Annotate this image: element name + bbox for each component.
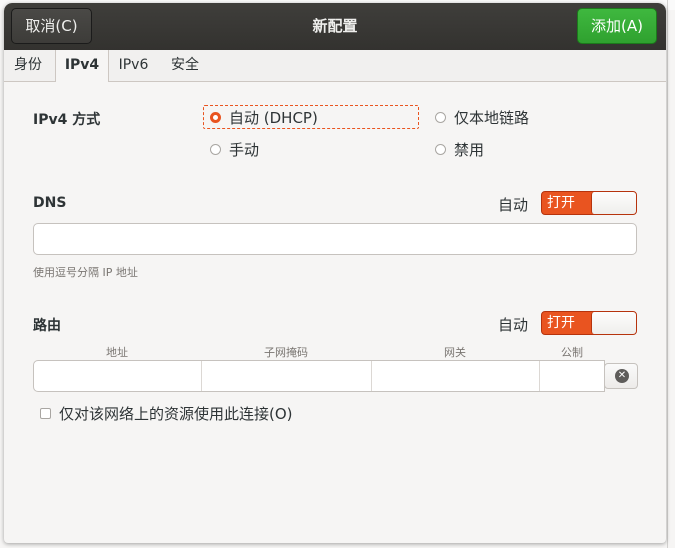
route-gateway-input[interactable] [372,361,539,391]
add-button[interactable]: 添加(A) [577,8,657,44]
checkbox-unchecked-icon [40,408,51,419]
route-netmask-input[interactable] [202,361,371,391]
dns-hint: 使用逗号分隔 IP 地址 [33,266,138,279]
only-local-label: 仅对该网络上的资源使用此连接(O) [59,405,293,423]
switch-knob [591,312,636,334]
switch-knob [591,192,636,214]
radio-auto-dhcp-label: 自动 (DHCP) [229,109,318,127]
column-address: 地址 [106,346,128,359]
tab-ipv6[interactable]: IPv6 [110,50,157,81]
delete-route-button[interactable]: ✕ [604,363,638,389]
routes-auto-switch[interactable]: 打开 [541,311,637,335]
clear-icon: ✕ [615,369,629,383]
route-address-input[interactable] [34,361,201,391]
route-metric-input[interactable] [540,361,604,391]
cancel-button[interactable]: 取消(C) [11,8,92,44]
dns-auto-switch[interactable]: 打开 [541,191,637,215]
background-divider [667,0,668,548]
radio-link-local-label: 仅本地链路 [454,109,530,127]
dns-label: DNS [33,195,67,211]
tab-bar: 身份 IPv4 IPv6 安全 [4,50,666,82]
routes-switch-label: 打开 [547,315,575,331]
radio-manual-label: 手动 [229,141,260,159]
only-local-checkbox[interactable]: 仅对该网络上的资源使用此连接(O) [40,403,293,424]
header-bar: 取消(C) 新配置 添加(A) [4,3,666,50]
column-gateway: 网关 [444,346,466,359]
radio-unchecked-icon [435,112,446,123]
radio-auto-dhcp[interactable]: 自动 (DHCP) [210,107,318,128]
radio-unchecked-icon [435,144,446,155]
dns-input[interactable] [33,223,637,255]
ipv4-method-label: IPv4 方式 [33,112,101,128]
routes-auto-label: 自动 [498,316,529,334]
route-row [33,360,605,392]
radio-manual[interactable]: 手动 [210,139,259,160]
dns-auto-label: 自动 [498,196,529,214]
radio-disabled[interactable]: 禁用 [435,139,484,160]
column-netmask: 子网掩码 [264,346,308,359]
radio-unchecked-icon [210,144,221,155]
tab-security[interactable]: 安全 [161,50,209,81]
column-metric: 公制 [561,346,583,359]
tab-identity[interactable]: 身份 [4,50,52,81]
dns-switch-label: 打开 [547,195,575,211]
dialog-title: 新配置 [312,17,358,35]
radio-link-local[interactable]: 仅本地链路 [435,107,529,128]
new-profile-dialog: 取消(C) 新配置 添加(A) 身份 IPv4 IPv6 安全 IPv4 方式 … [4,3,666,543]
tab-ipv4[interactable]: IPv4 [55,50,109,82]
radio-disabled-label: 禁用 [454,141,485,159]
routes-label: 路由 [33,318,61,334]
radio-checked-icon [210,112,221,123]
